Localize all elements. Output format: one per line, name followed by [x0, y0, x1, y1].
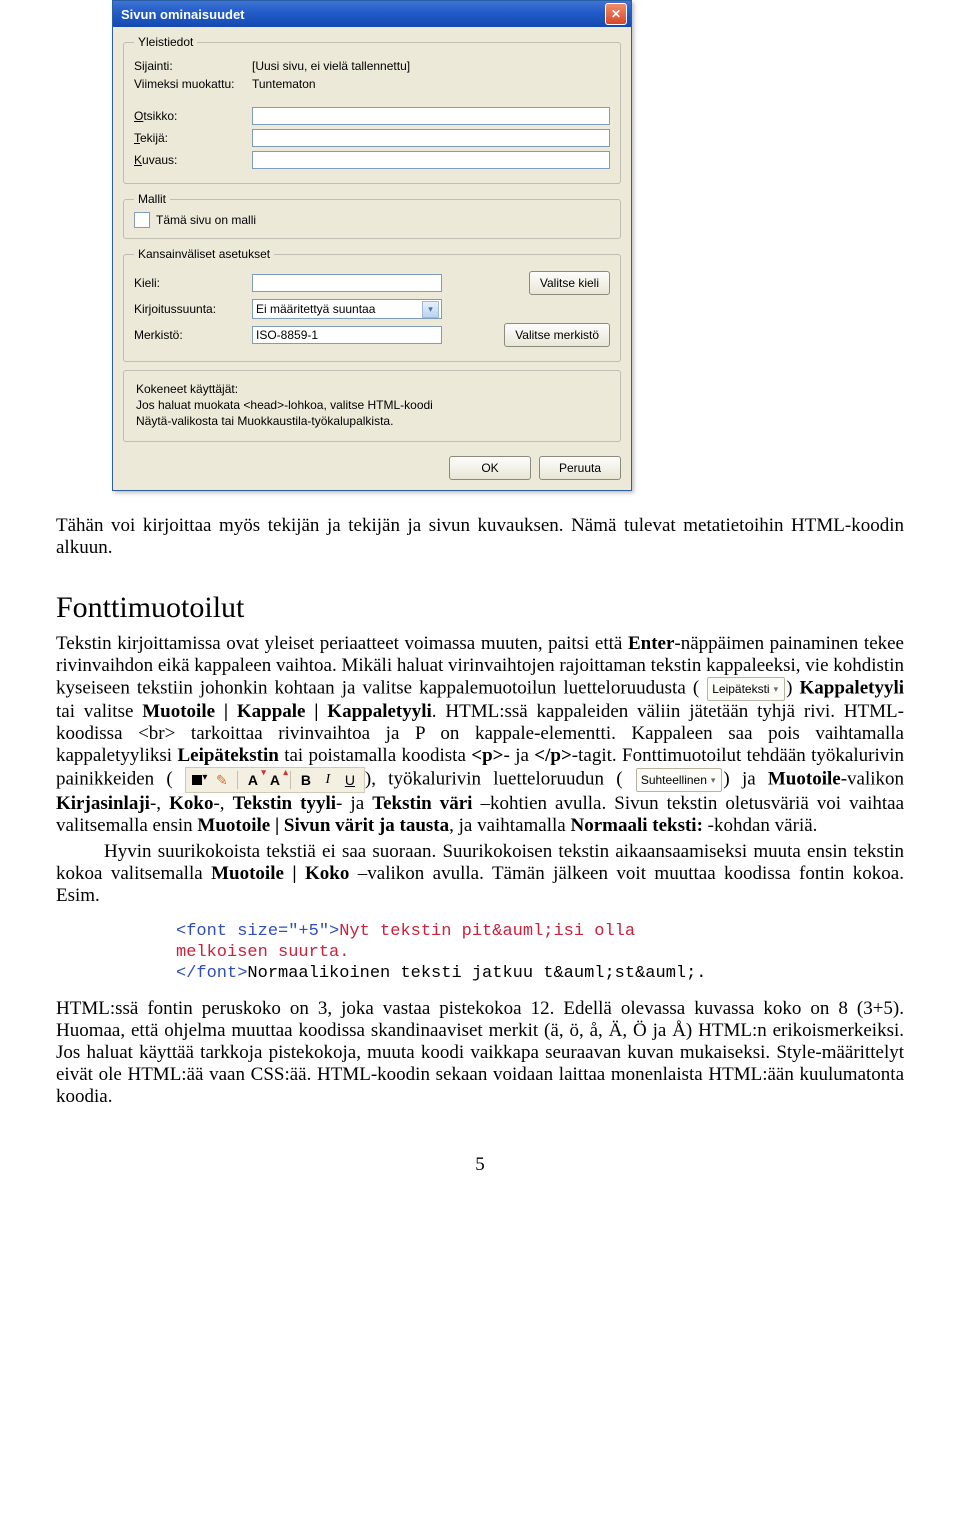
group-templates: Mallit Tämä sivu on malli	[123, 192, 621, 239]
ok-button[interactable]: OK	[449, 456, 531, 480]
close-icon[interactable]: ✕	[605, 3, 627, 25]
section-heading-fonttimuotoilut: Fonttimuotoilut	[56, 591, 904, 625]
font-paragraph: Tekstin kirjoittamissa ovat yleiset peri…	[56, 633, 904, 837]
language-label: Kieli:	[134, 276, 252, 290]
modified-label: Viimeksi muokattu:	[134, 77, 252, 91]
author-input[interactable]	[252, 129, 610, 147]
final-paragraph: HTML:ssä fontin peruskoko on 3, joka vas…	[56, 998, 904, 1108]
code-example: <font size="+5">Nyt tekstin pit&auml;isi…	[176, 921, 904, 984]
language-input[interactable]	[252, 274, 442, 292]
template-checkbox-label: Tämä sivu on malli	[156, 213, 256, 227]
description-field-label: Kuvaus:	[134, 153, 252, 167]
description-input[interactable]	[252, 151, 610, 169]
choose-language-button[interactable]: Valitse kieli	[529, 271, 610, 295]
dialog-titlebar[interactable]: Sivun ominaisuudet ✕	[113, 1, 631, 27]
group-advanced: Kokeneet käyttäjät: Jos haluat muokata <…	[123, 370, 621, 442]
underline-icon[interactable]: U	[340, 770, 360, 790]
large-text-paragraph: Hyvin suurikokoista tekstiä ei saa suora…	[56, 841, 904, 907]
direction-select-value: Ei määritettyä suuntaa	[256, 302, 375, 316]
charset-label: Merkistö:	[134, 328, 252, 342]
font-size-dropdown[interactable]: Suhteellinen ▾	[636, 768, 723, 792]
dialog-title: Sivun ominaisuudet	[121, 7, 605, 22]
increase-font-icon[interactable]: A▴	[265, 770, 285, 790]
toolbar-image: ▾ ✎ A▾ A▴ B I U	[185, 767, 365, 793]
text-color-icon[interactable]: ▾	[190, 770, 210, 790]
bold-icon[interactable]: B	[296, 770, 316, 790]
chevron-down-icon: ▾	[774, 684, 779, 695]
location-value: [Uusi sivu, ei vielä tallennettu]	[252, 59, 610, 73]
page-properties-dialog: Sivun ominaisuudet ✕ Yleistiedot Sijaint…	[112, 0, 632, 491]
direction-select[interactable]: Ei määritettyä suuntaa ▾	[252, 299, 442, 319]
location-label: Sijainti:	[134, 59, 252, 73]
direction-label: Kirjoitussuunta:	[134, 302, 252, 316]
group-general-legend: Yleistiedot	[134, 35, 197, 49]
choose-charset-button[interactable]: Valitse merkistö	[504, 323, 610, 347]
dialog-body: Yleistiedot Sijainti: [Uusi sivu, ei vie…	[113, 27, 631, 490]
template-checkbox[interactable]	[134, 212, 150, 228]
dialog-caption: Tähän voi kirjoittaa myös tekijän ja tek…	[56, 515, 904, 559]
advanced-line-3: Näytä-valikosta tai Muokkaustila-työkalu…	[136, 413, 608, 429]
advanced-line-1: Kokeneet käyttäjät:	[136, 381, 608, 397]
cancel-button[interactable]: Peruuta	[539, 456, 621, 480]
title-field-label: Otsikko:	[134, 109, 252, 123]
highlight-icon[interactable]: ✎	[212, 770, 232, 790]
advanced-line-2: Jos haluat muokata <head>-lohkoa, valits…	[136, 397, 608, 413]
italic-icon[interactable]: I	[318, 770, 338, 790]
chevron-down-icon: ▾	[711, 775, 716, 786]
group-international: Kansainväliset asetukset Kieli: Valitse …	[123, 247, 621, 362]
group-general: Yleistiedot Sijainti: [Uusi sivu, ei vie…	[123, 35, 621, 184]
group-international-legend: Kansainväliset asetukset	[134, 247, 274, 261]
font-size-dropdown-value: Suhteellinen	[641, 773, 707, 787]
page-number: 5	[56, 1154, 904, 1176]
title-input[interactable]	[252, 107, 610, 125]
document-body: Tähän voi kirjoittaa myös tekijän ja tek…	[56, 515, 904, 1176]
charset-input[interactable]	[252, 326, 442, 344]
chevron-down-icon: ▾	[422, 301, 439, 318]
group-templates-legend: Mallit	[134, 192, 170, 206]
decrease-font-icon[interactable]: A▾	[243, 770, 263, 790]
author-field-label: Tekijä:	[134, 131, 252, 145]
paragraph-style-dropdown-value: Leipäteksti	[712, 682, 769, 696]
dialog-footer: OK Peruuta	[123, 450, 621, 480]
modified-value: Tuntematon	[252, 77, 610, 91]
paragraph-style-dropdown[interactable]: Leipäteksti ▾	[707, 677, 785, 701]
